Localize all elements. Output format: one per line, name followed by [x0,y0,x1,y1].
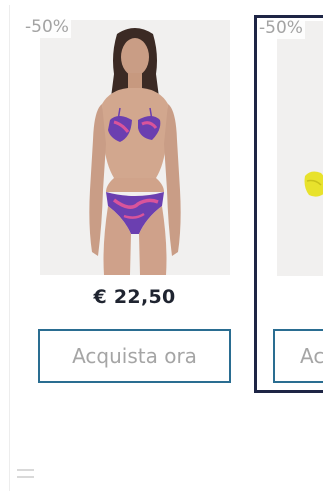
yellow-swimwear-product-icon [277,21,323,276]
discount-badge: -50% [23,16,71,38]
page-divider [9,5,10,491]
buy-now-button[interactable]: Acquista ora [38,329,231,383]
product-carousel-page: -50% € 22,50 Acquista ora -50% Ac [0,0,323,491]
product-image[interactable] [277,21,323,276]
drag-handle-icon[interactable] [17,469,34,481]
product-card[interactable]: -50% € 22,50 Acquista ora [18,16,241,389]
product-price: € 22,50 [93,286,176,308]
buy-now-button[interactable]: Acquista ora [273,329,323,383]
model-bikini-purple-pink-swirl-icon [40,20,230,275]
product-card-selected[interactable]: -50% Acquista ora [254,15,323,393]
discount-badge: -50% [257,18,305,39]
product-image[interactable] [40,20,230,275]
